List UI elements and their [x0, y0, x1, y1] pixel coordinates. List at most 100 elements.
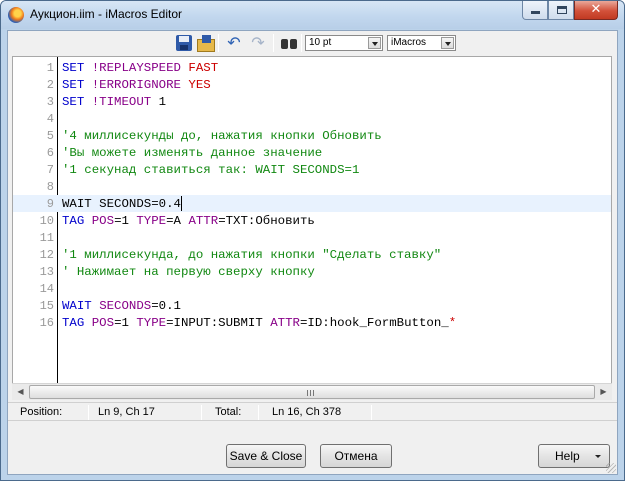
status-separator — [371, 405, 372, 420]
maximize-icon — [557, 6, 567, 14]
position-value: Ln 9, Ch 17 — [98, 406, 155, 418]
line-number: 3 — [46, 95, 54, 109]
line-number: 10 — [39, 214, 54, 228]
chevron-down-icon — [595, 455, 601, 458]
scroll-right-icon[interactable]: ▶ — [595, 384, 612, 400]
code-editor[interactable]: 1 SET !REPLAYSPEED FAST 2 SET !ERRORIGNORE … — [12, 56, 612, 400]
font-size-select[interactable]: 10 pt — [305, 35, 383, 51]
code-token: 'Вы можете изменять данное значение — [62, 146, 323, 160]
scrollbar-thumb[interactable] — [29, 385, 595, 399]
line-number: 12 — [39, 248, 54, 262]
code-line[interactable]: 13 ' Нажимает на первую сверху кнопку — [13, 263, 611, 280]
code-line[interactable]: 2 SET !ERRORIGNORE YES — [13, 76, 611, 93]
line-number: 16 — [39, 316, 54, 330]
code-token: SECONDS — [99, 299, 152, 313]
code-line[interactable]: 16 TAG POS=1 TYPE=INPUT:SUBMIT ATTR=ID:ho… — [13, 314, 611, 331]
status-separator — [258, 405, 259, 420]
status-bar: Position: Ln 9, Ch 17 Total: Ln 16, Ch 3… — [8, 402, 617, 421]
line-number: 15 — [39, 299, 54, 313]
line-number: 6 — [46, 146, 54, 160]
title-bar[interactable]: Аукцион.iim - iMacros Editor ✕ — [1, 1, 624, 29]
resize-grip-icon[interactable] — [606, 463, 616, 473]
code-token: !TIMEOUT — [91, 95, 159, 109]
code-text: TAG POS=1 TYPE=INPUT:SUBMIT ATTR=ID:hook… — [62, 316, 456, 330]
maximize-button[interactable] — [548, 1, 574, 20]
line-number: 11 — [39, 231, 54, 245]
code-line[interactable]: 6 'Вы можете изменять данное значение — [13, 144, 611, 161]
code-text: WAIT SECONDS=0.1 — [62, 299, 181, 313]
total-label: Total: — [215, 406, 242, 418]
help-button[interactable]: Help — [538, 444, 610, 468]
syntax-mode-select[interactable]: iMacros — [387, 35, 456, 51]
find-icon[interactable] — [281, 35, 297, 51]
text-cursor — [181, 196, 182, 211]
code-token: FAST — [188, 61, 219, 75]
close-button[interactable]: ✕ — [574, 1, 618, 20]
code-line[interactable]: 11 — [13, 229, 611, 246]
code-token: POS — [91, 214, 115, 228]
code-line[interactable]: 12 '1 миллисекунда, до нажатия кнопки "Сд… — [13, 246, 611, 263]
line-number: 7 — [46, 163, 54, 177]
code-line[interactable]: 9 WAIT SECONDS=0.4 — [13, 195, 611, 212]
code-token: * — [448, 316, 457, 330]
code-lines: 1 SET !REPLAYSPEED FAST 2 SET !ERRORIGNORE … — [13, 57, 611, 331]
code-token: WAIT — [62, 299, 100, 313]
code-token: !ERRORIGNORE — [91, 78, 189, 92]
code-text: '4 миллисекунды до, нажатия кнопки Обнов… — [62, 129, 382, 143]
line-number: 13 — [39, 265, 54, 279]
code-token: =0.1 — [151, 299, 181, 313]
code-line[interactable]: 7 '1 секунад ставиться так: WAIT SECONDS=… — [13, 161, 611, 178]
minimize-button[interactable] — [522, 1, 548, 20]
code-token: SET — [62, 78, 92, 92]
code-token: !REPLAYSPEED — [91, 61, 189, 75]
code-text: SET !TIMEOUT 1 — [62, 95, 166, 109]
code-token: TYPE — [136, 214, 167, 228]
code-token: YES — [188, 78, 211, 92]
code-line[interactable]: 10 TAG POS=1 TYPE=A ATTR=TXT:Обновить — [13, 212, 611, 229]
code-token: TYPE — [136, 316, 167, 330]
code-text: TAG POS=1 TYPE=A ATTR=TXT:Обновить — [62, 214, 315, 228]
code-line[interactable]: 3 SET !TIMEOUT 1 — [13, 93, 611, 110]
code-token: TAG — [62, 316, 92, 330]
code-line[interactable]: 5 '4 миллисекунды до, нажатия кнопки Обно… — [13, 127, 611, 144]
save-close-button[interactable]: Save & Close — [226, 444, 306, 468]
horizontal-scrollbar[interactable]: ◀ ▶ — [12, 383, 612, 400]
chevron-down-icon[interactable] — [441, 37, 454, 49]
code-token: SET — [62, 95, 92, 109]
code-token: ATTR — [270, 316, 300, 330]
close-icon: ✕ — [590, 2, 602, 17]
save-icon[interactable] — [176, 35, 192, 51]
scroll-left-icon[interactable]: ◀ — [12, 384, 29, 400]
code-line[interactable]: 8 — [13, 178, 611, 195]
code-line[interactable]: 4 — [13, 110, 611, 127]
code-token: =INPUT:SUBMIT — [166, 316, 271, 330]
minimize-icon — [531, 11, 540, 14]
code-text: SET !ERRORIGNORE YES — [62, 78, 211, 92]
total-value: Ln 16, Ch 378 — [272, 406, 342, 418]
line-number: 9 — [46, 197, 54, 211]
code-token: SET — [62, 61, 92, 75]
code-line[interactable]: 15 WAIT SECONDS=0.1 — [13, 297, 611, 314]
code-token: =A — [166, 214, 189, 228]
toolbar-separator — [218, 34, 219, 52]
redo-icon[interactable]: ↷ — [250, 35, 266, 51]
code-token: TAG — [62, 214, 92, 228]
font-size-value: 10 pt — [309, 37, 332, 48]
line-number: 2 — [46, 78, 54, 92]
window-title: Аукцион.iim - iMacros Editor — [30, 7, 183, 21]
code-line[interactable]: 1 SET !REPLAYSPEED FAST — [13, 59, 611, 76]
caption-buttons: ✕ — [522, 1, 618, 20]
line-number: 4 — [46, 112, 54, 126]
save-as-icon[interactable] — [197, 35, 215, 52]
undo-icon[interactable]: ↶ — [226, 35, 242, 51]
toolbar-separator — [301, 34, 302, 52]
position-label: Position: — [20, 406, 63, 418]
code-token: '4 миллисекунды до, нажатия кнопки Обнов… — [62, 129, 382, 143]
grip-icon — [307, 390, 315, 396]
cancel-button[interactable]: Отмена — [320, 444, 392, 468]
code-line[interactable]: 14 — [13, 280, 611, 297]
code-text: 'Вы можете изменять данное значение — [62, 146, 322, 160]
chevron-down-icon[interactable] — [368, 37, 381, 49]
line-number: 1 — [46, 61, 54, 75]
toolbar-separator — [273, 34, 274, 52]
